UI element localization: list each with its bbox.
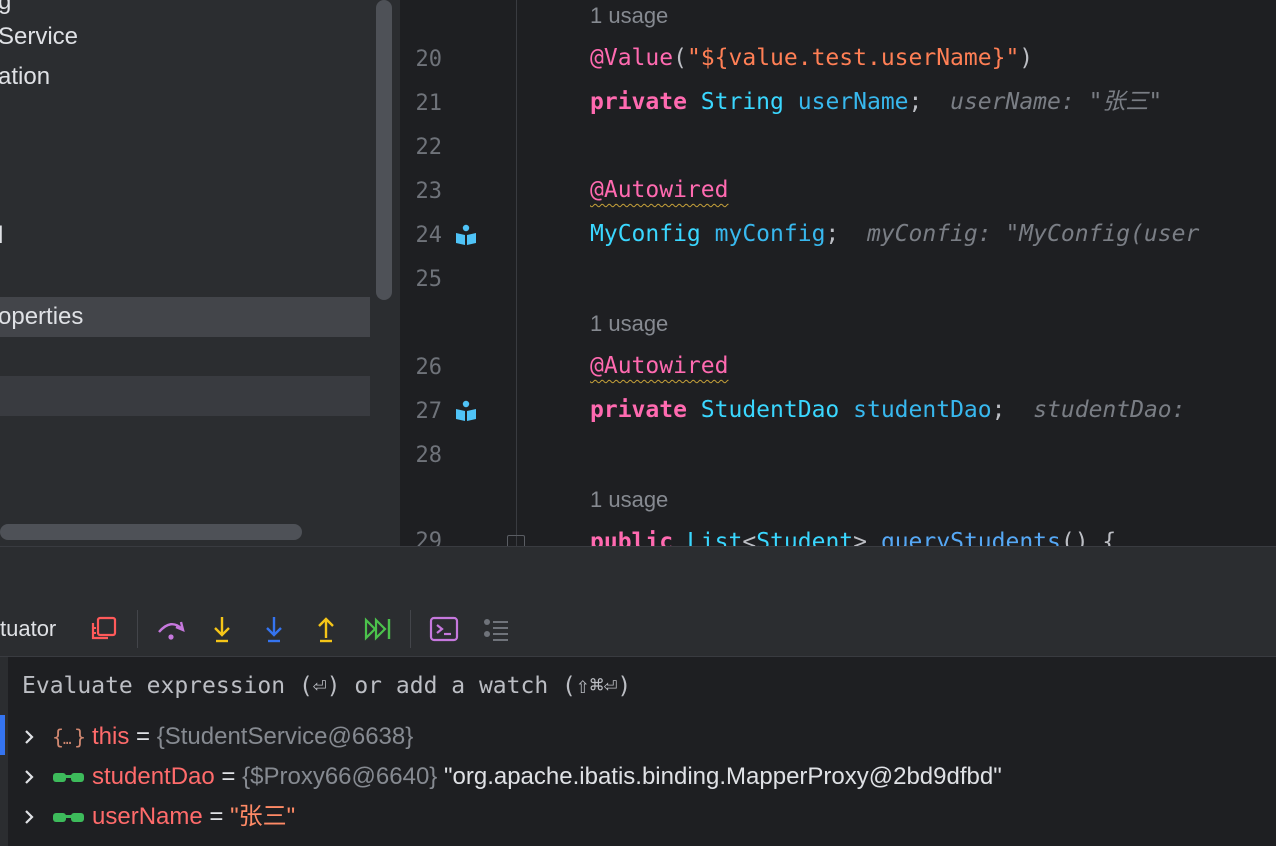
- variable-row-username[interactable]: userName = "张三": [20, 797, 1260, 837]
- type-name: Student: [756, 529, 854, 546]
- string-literal: "${value.test.userName}": [686, 45, 1020, 71]
- semicolon: ;: [908, 89, 923, 115]
- line-number: 24: [415, 223, 443, 248]
- variables-view: Evaluate expression (⏎) or add a watch (…: [0, 657, 1276, 846]
- debug-panel-header: [0, 546, 1276, 603]
- paren: (: [673, 45, 687, 71]
- fold-toggle[interactable]: [507, 535, 525, 546]
- tree-item-hovered[interactable]: [0, 376, 370, 416]
- field-name: myConfig: [714, 221, 826, 247]
- variable-row-this[interactable]: { … } this = {StudentService@6638}: [20, 717, 1260, 757]
- gutter-separator: [516, 0, 517, 546]
- method-tail: () {: [1060, 529, 1117, 546]
- line-number: 27: [415, 399, 443, 424]
- toolbar-separator: [137, 610, 138, 648]
- line-number: 29: [415, 529, 443, 546]
- tree-item-label: operties: [0, 303, 84, 330]
- code-line-27[interactable]: private StudentDao studentDao; studentDa…: [590, 390, 1186, 430]
- method-name: queryStudents: [880, 529, 1061, 546]
- tree-item-label: l: [0, 222, 4, 249]
- keyword: public: [590, 529, 674, 546]
- tree-vertical-scrollbar[interactable]: [376, 0, 392, 300]
- step-over-icon[interactable]: [156, 614, 186, 644]
- line-number: 22: [415, 135, 443, 160]
- variable-name: userName = "张三": [92, 803, 296, 830]
- type-name: List: [686, 529, 743, 546]
- run-to-cursor-icon[interactable]: [363, 614, 393, 644]
- variable-name: studentDao = {$Proxy66@6640} "org.apache…: [92, 763, 1002, 790]
- chevron-right-icon[interactable]: [20, 808, 38, 826]
- tree-horizontal-scrollbar[interactable]: [0, 524, 302, 540]
- line-number: 20: [415, 47, 443, 72]
- annotation: @Autowired: [590, 177, 729, 203]
- evaluate-expression-input[interactable]: Evaluate expression (⏎) or add a watch (…: [8, 657, 1276, 713]
- field-glasses-icon: [53, 813, 84, 822]
- focus-indicator: [0, 715, 5, 755]
- line-number: 23: [415, 179, 443, 204]
- paren: ): [1019, 45, 1034, 71]
- field-name: userName: [797, 89, 909, 115]
- project-tree[interactable]: g Service ation l operties: [0, 0, 400, 546]
- step-out-icon[interactable]: [311, 614, 341, 644]
- inline-value-hint: studentDao:: [1033, 397, 1186, 423]
- evaluate-expression-icon[interactable]: [429, 614, 459, 644]
- line-number: 25: [415, 267, 443, 292]
- tree-item[interactable]: l: [0, 216, 370, 256]
- tree-item-service[interactable]: Service: [0, 17, 370, 57]
- tree-item-properties[interactable]: operties: [0, 297, 370, 337]
- line-number: 28: [415, 443, 443, 468]
- toolbar-separator: [410, 610, 411, 648]
- chevron-right-icon[interactable]: [20, 768, 38, 786]
- tree-item-label: Service: [0, 23, 79, 50]
- code-editor[interactable]: 1 usage 20 @Value("${value.test.userName…: [400, 0, 1276, 546]
- generic-bracket: >: [853, 529, 867, 546]
- line-number: 26: [415, 355, 443, 380]
- keyword: private: [590, 397, 687, 423]
- type-name: StudentDao: [700, 397, 840, 423]
- variable-name: this = {StudentService@6638}: [92, 723, 414, 750]
- line-number: 21: [415, 91, 443, 116]
- object-icon: { … }: [52, 725, 86, 749]
- tab-evaluator[interactable]: tuator: [0, 602, 56, 656]
- tree-item-application[interactable]: ation: [0, 57, 370, 97]
- usage-hint[interactable]: 1 usage: [590, 308, 668, 340]
- code-line-24[interactable]: MyConfig myConfig; myConfig: "MyConfig(u…: [590, 214, 1199, 254]
- annotation: @Value: [590, 45, 674, 71]
- code-line-21[interactable]: private String userName; userName: "张三": [590, 82, 1162, 122]
- svg-text:…: …: [63, 732, 71, 748]
- semicolon: ;: [825, 221, 840, 247]
- chevron-right-icon[interactable]: [20, 728, 38, 746]
- type-name: MyConfig: [590, 221, 701, 247]
- svg-text:}: }: [74, 725, 86, 749]
- inline-value-hint: userName: "张三": [950, 89, 1163, 115]
- code-line-20[interactable]: @Value("${value.test.userName}"): [590, 38, 1033, 78]
- semicolon: ;: [991, 397, 1006, 423]
- field-name: studentDao: [853, 397, 992, 423]
- inline-value-hint: myConfig: "MyConfig(user: [866, 221, 1200, 247]
- tree-item-label: ation: [0, 63, 51, 90]
- restore-layout-icon[interactable]: [89, 614, 119, 644]
- keyword: private: [590, 89, 687, 115]
- generic-bracket: <: [742, 529, 757, 546]
- usage-hint[interactable]: 1 usage: [590, 0, 668, 32]
- field-glasses-icon: [53, 773, 84, 782]
- force-step-into-icon[interactable]: [259, 614, 289, 644]
- type-name: String: [700, 89, 784, 115]
- step-into-icon[interactable]: [207, 614, 237, 644]
- code-line-26[interactable]: @Autowired: [590, 346, 728, 386]
- code-line-23[interactable]: @Autowired: [590, 170, 728, 210]
- annotation: @Autowired: [590, 353, 729, 379]
- variable-row-studentdao[interactable]: studentDao = {$Proxy66@6640} "org.apache…: [20, 757, 1260, 797]
- usage-hint[interactable]: 1 usage: [590, 484, 668, 516]
- code-line-29[interactable]: public List<Student> queryStudents() {: [590, 522, 1116, 546]
- debugger-toolbar: tuator: [0, 602, 1276, 657]
- threads-list-icon[interactable]: [481, 614, 511, 644]
- bean-injection-icon[interactable]: [454, 223, 478, 247]
- bean-injection-icon[interactable]: [454, 399, 478, 423]
